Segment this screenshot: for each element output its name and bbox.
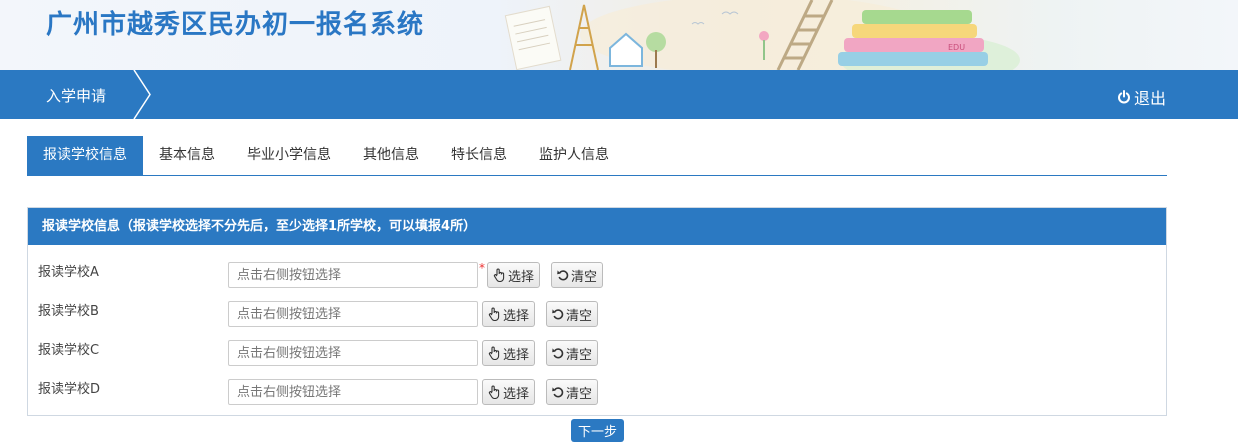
select-label: 选择	[503, 347, 530, 363]
chevron-right-icon	[133, 70, 151, 119]
school-a-label: 报读学校A	[38, 265, 99, 280]
school-b-input[interactable]	[228, 301, 478, 327]
tab-primary-school-info[interactable]: 毕业小学信息	[231, 136, 347, 175]
hand-pointer-icon	[488, 385, 500, 399]
clear-label: 清空	[566, 347, 593, 363]
school-a-select-button[interactable]: 选择	[487, 262, 541, 288]
tab-bar: 报读学校信息 基本信息 毕业小学信息 其他信息 特长信息 监护人信息	[27, 136, 1167, 176]
clear-label: 清空	[571, 269, 598, 285]
select-label: 选择	[508, 269, 535, 285]
tab-other-info[interactable]: 其他信息	[347, 136, 435, 175]
school-d-select-button[interactable]: 选择	[482, 379, 536, 405]
decorative-illustration: EDU	[504, 0, 1020, 70]
hand-pointer-icon	[493, 268, 505, 282]
school-d-input[interactable]	[228, 379, 478, 405]
school-row-d: 报读学校D 选择 清空	[28, 378, 1166, 406]
header-banner: 广州市越秀区民办初一报名系统 EDU	[0, 0, 1238, 70]
school-c-clear-button[interactable]: 清空	[546, 340, 599, 366]
school-c-input[interactable]	[228, 340, 478, 366]
select-label: 选择	[503, 386, 530, 402]
undo-icon	[557, 270, 569, 281]
panel-title: 报读学校信息（报读学校选择不分先后，至少选择1所学校，可以填报4所）	[28, 208, 1166, 245]
power-icon	[1118, 90, 1130, 104]
book-label: EDU	[948, 43, 965, 52]
undo-icon	[552, 387, 564, 398]
tab-basic-info[interactable]: 基本信息	[143, 136, 231, 175]
school-c-label: 报读学校C	[38, 343, 100, 358]
select-label: 选择	[503, 308, 530, 324]
undo-icon	[552, 348, 564, 359]
hand-pointer-icon	[488, 307, 500, 321]
breadcrumb-current: 入学申请	[46, 87, 107, 105]
school-a-clear-button[interactable]: 清空	[551, 262, 604, 288]
nav-bar: 入学申请 退出	[0, 70, 1238, 119]
school-b-select-button[interactable]: 选择	[482, 301, 536, 327]
school-d-label: 报读学校D	[38, 382, 101, 397]
logout-label: 退出	[1134, 89, 1167, 108]
school-d-clear-button[interactable]: 清空	[546, 379, 599, 405]
system-title: 广州市越秀区民办初一报名系统	[46, 10, 425, 40]
school-row-a: 报读学校A * 选择 清空	[28, 261, 1166, 289]
school-row-b: 报读学校B 选择 清空	[28, 300, 1166, 328]
clear-label: 清空	[566, 386, 593, 402]
school-c-select-button[interactable]: 选择	[482, 340, 536, 366]
tab-talent-info[interactable]: 特长信息	[435, 136, 523, 175]
school-b-label: 报读学校B	[38, 304, 99, 319]
required-mark: *	[479, 261, 485, 275]
undo-icon	[552, 309, 564, 320]
hand-pointer-icon	[488, 346, 500, 360]
school-selection-panel: 报读学校信息（报读学校选择不分先后，至少选择1所学校，可以填报4所） 报读学校A…	[27, 207, 1167, 416]
breadcrumb: 入学申请	[0, 70, 155, 119]
school-row-c: 报读学校C 选择 清空	[28, 339, 1166, 367]
clear-label: 清空	[566, 308, 593, 324]
tab-guardian-info[interactable]: 监护人信息	[523, 136, 625, 175]
school-a-input[interactable]	[228, 262, 478, 288]
tab-school-info[interactable]: 报读学校信息	[27, 136, 143, 175]
school-b-clear-button[interactable]: 清空	[546, 301, 599, 327]
next-step-button[interactable]: 下一步	[571, 419, 624, 442]
logout-button[interactable]: 退出	[1117, 85, 1166, 109]
